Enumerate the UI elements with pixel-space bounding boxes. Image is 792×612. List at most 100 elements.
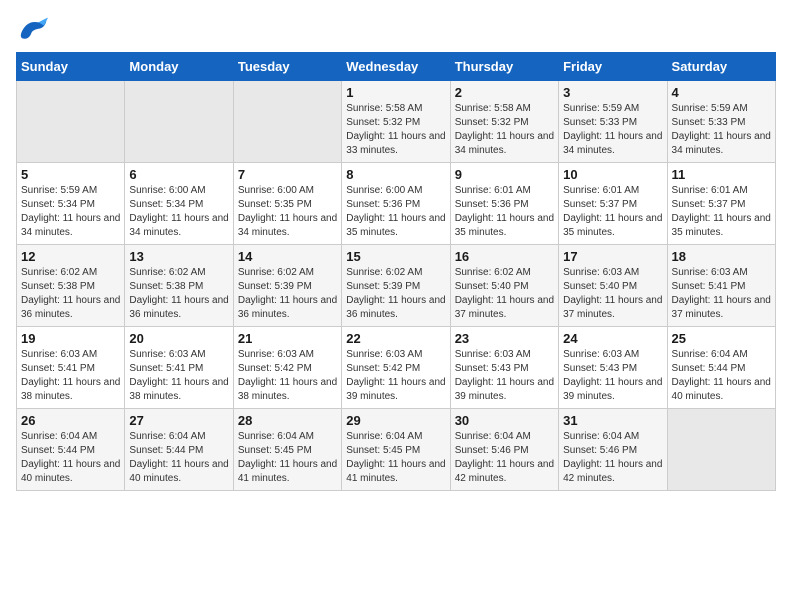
calendar-cell: 6 Sunrise: 6:00 AMSunset: 5:34 PMDaylight… (125, 163, 233, 245)
day-number: 23 (455, 331, 554, 346)
day-detail: Sunrise: 6:04 AMSunset: 5:45 PMDaylight:… (346, 430, 445, 486)
day-number: 12 (21, 249, 120, 264)
day-detail: Sunrise: 6:01 AMSunset: 5:37 PMDaylight:… (672, 184, 771, 240)
day-number: 30 (455, 413, 554, 428)
calendar-cell: 27 Sunrise: 6:04 AMSunset: 5:44 PMDayligh… (125, 409, 233, 491)
day-number: 1 (346, 85, 445, 100)
day-detail: Sunrise: 6:00 AMSunset: 5:36 PMDaylight:… (346, 184, 445, 240)
calendar-cell: 10Sunrise: 6:01 AMSunset: 5:37 PMDayligh… (559, 163, 667, 245)
day-number: 10 (563, 167, 662, 182)
day-detail: Sunrise: 6:02 AMSunset: 5:40 PMDaylight:… (455, 266, 554, 322)
day-detail: Sunrise: 6:00 AMSunset: 5:35 PMDaylight:… (238, 184, 337, 240)
day-detail: Sunrise: 6:04 AMSunset: 5:46 PMDaylight:… (455, 430, 554, 486)
day-detail: Sunrise: 6:02 AMSunset: 5:39 PMDaylight:… (346, 266, 445, 322)
day-detail: Sunrise: 6:03 AMSunset: 5:40 PMDaylight:… (563, 266, 662, 322)
day-detail: Sunrise: 6:02 AMSunset: 5:39 PMDaylight:… (238, 266, 337, 322)
calendar-cell: 19 Sunrise: 6:03 AMSunset: 5:41 PMDayligh… (17, 327, 125, 409)
calendar-cell: 14 Sunrise: 6:02 AMSunset: 5:39 PMDayligh… (233, 245, 341, 327)
day-number: 27 (129, 413, 228, 428)
day-header-saturday: Saturday (667, 53, 775, 81)
day-number: 2 (455, 85, 554, 100)
calendar-cell: 12 Sunrise: 6:02 AMSunset: 5:38 PMDayligh… (17, 245, 125, 327)
day-number: 29 (346, 413, 445, 428)
calendar-cell: 3 Sunrise: 5:59 AMSunset: 5:33 PMDaylight… (559, 81, 667, 163)
calendar-cell: 16Sunrise: 6:02 AMSunset: 5:40 PMDayligh… (450, 245, 558, 327)
day-number: 14 (238, 249, 337, 264)
day-detail: Sunrise: 6:01 AMSunset: 5:36 PMDaylight:… (455, 184, 554, 240)
day-detail: Sunrise: 6:03 AMSunset: 5:43 PMDaylight:… (563, 348, 662, 404)
day-number: 20 (129, 331, 228, 346)
calendar-cell (667, 409, 775, 491)
day-detail: Sunrise: 6:03 AMSunset: 5:41 PMDaylight:… (129, 348, 228, 404)
day-detail: Sunrise: 6:03 AMSunset: 5:42 PMDaylight:… (238, 348, 337, 404)
calendar-cell: 4 Sunrise: 5:59 AMSunset: 5:33 PMDaylight… (667, 81, 775, 163)
day-detail: Sunrise: 5:59 AMSunset: 5:33 PMDaylight:… (563, 102, 662, 158)
day-detail: Sunrise: 5:58 AMSunset: 5:32 PMDaylight:… (346, 102, 445, 158)
day-number: 13 (129, 249, 228, 264)
day-number: 18 (672, 249, 771, 264)
calendar-cell (233, 81, 341, 163)
logo (16, 16, 52, 44)
day-detail: Sunrise: 6:03 AMSunset: 5:43 PMDaylight:… (455, 348, 554, 404)
day-number: 31 (563, 413, 662, 428)
calendar-cell: 30 Sunrise: 6:04 AMSunset: 5:46 PMDayligh… (450, 409, 558, 491)
logo-icon (16, 16, 48, 44)
calendar-cell: 17 Sunrise: 6:03 AMSunset: 5:40 PMDayligh… (559, 245, 667, 327)
calendar-cell (125, 81, 233, 163)
calendar-cell: 13 Sunrise: 6:02 AMSunset: 5:38 PMDayligh… (125, 245, 233, 327)
calendar-table: SundayMondayTuesdayWednesdayThursdayFrid… (16, 52, 776, 491)
calendar-cell: 22 Sunrise: 6:03 AMSunset: 5:42 PMDayligh… (342, 327, 450, 409)
day-number: 9 (455, 167, 554, 182)
day-detail: Sunrise: 6:04 AMSunset: 5:44 PMDaylight:… (21, 430, 120, 486)
calendar-cell: 9 Sunrise: 6:01 AMSunset: 5:36 PMDaylight… (450, 163, 558, 245)
day-number: 3 (563, 85, 662, 100)
calendar-cell: 24 Sunrise: 6:03 AMSunset: 5:43 PMDayligh… (559, 327, 667, 409)
day-number: 4 (672, 85, 771, 100)
day-detail: Sunrise: 6:03 AMSunset: 5:42 PMDaylight:… (346, 348, 445, 404)
day-detail: Sunrise: 6:04 AMSunset: 5:44 PMDaylight:… (672, 348, 771, 404)
day-detail: Sunrise: 6:00 AMSunset: 5:34 PMDaylight:… (129, 184, 228, 240)
calendar-cell: 8 Sunrise: 6:00 AMSunset: 5:36 PMDaylight… (342, 163, 450, 245)
calendar-cell: 21 Sunrise: 6:03 AMSunset: 5:42 PMDayligh… (233, 327, 341, 409)
day-number: 19 (21, 331, 120, 346)
day-header-wednesday: Wednesday (342, 53, 450, 81)
day-detail: Sunrise: 5:59 AMSunset: 5:33 PMDaylight:… (672, 102, 771, 158)
day-number: 17 (563, 249, 662, 264)
day-number: 22 (346, 331, 445, 346)
day-number: 11 (672, 167, 771, 182)
calendar-cell (17, 81, 125, 163)
calendar-cell: 1 Sunrise: 5:58 AMSunset: 5:32 PMDaylight… (342, 81, 450, 163)
calendar-cell: 31 Sunrise: 6:04 AMSunset: 5:46 PMDayligh… (559, 409, 667, 491)
day-number: 7 (238, 167, 337, 182)
day-detail: Sunrise: 6:02 AMSunset: 5:38 PMDaylight:… (21, 266, 120, 322)
day-detail: Sunrise: 6:04 AMSunset: 5:44 PMDaylight:… (129, 430, 228, 486)
calendar-cell: 29 Sunrise: 6:04 AMSunset: 5:45 PMDayligh… (342, 409, 450, 491)
day-header-monday: Monday (125, 53, 233, 81)
calendar-cell: 23 Sunrise: 6:03 AMSunset: 5:43 PMDayligh… (450, 327, 558, 409)
calendar-cell: 15Sunrise: 6:02 AMSunset: 5:39 PMDayligh… (342, 245, 450, 327)
day-number: 5 (21, 167, 120, 182)
day-detail: Sunrise: 6:03 AMSunset: 5:41 PMDaylight:… (672, 266, 771, 322)
day-header-tuesday: Tuesday (233, 53, 341, 81)
day-number: 21 (238, 331, 337, 346)
calendar-cell: 2 Sunrise: 5:58 AMSunset: 5:32 PMDaylight… (450, 81, 558, 163)
calendar-cell: 26 Sunrise: 6:04 AMSunset: 5:44 PMDayligh… (17, 409, 125, 491)
day-detail: Sunrise: 6:04 AMSunset: 5:46 PMDaylight:… (563, 430, 662, 486)
calendar-cell: 25 Sunrise: 6:04 AMSunset: 5:44 PMDayligh… (667, 327, 775, 409)
day-number: 28 (238, 413, 337, 428)
day-detail: Sunrise: 5:58 AMSunset: 5:32 PMDaylight:… (455, 102, 554, 158)
day-header-sunday: Sunday (17, 53, 125, 81)
day-number: 26 (21, 413, 120, 428)
day-detail: Sunrise: 5:59 AMSunset: 5:34 PMDaylight:… (21, 184, 120, 240)
calendar-cell: 5 Sunrise: 5:59 AMSunset: 5:34 PMDaylight… (17, 163, 125, 245)
day-detail: Sunrise: 6:02 AMSunset: 5:38 PMDaylight:… (129, 266, 228, 322)
day-number: 25 (672, 331, 771, 346)
day-detail: Sunrise: 6:04 AMSunset: 5:45 PMDaylight:… (238, 430, 337, 486)
day-number: 8 (346, 167, 445, 182)
day-number: 24 (563, 331, 662, 346)
calendar-cell: 18 Sunrise: 6:03 AMSunset: 5:41 PMDayligh… (667, 245, 775, 327)
day-number: 6 (129, 167, 228, 182)
day-detail: Sunrise: 6:03 AMSunset: 5:41 PMDaylight:… (21, 348, 120, 404)
calendar-cell: 20 Sunrise: 6:03 AMSunset: 5:41 PMDayligh… (125, 327, 233, 409)
calendar-header: SundayMondayTuesdayWednesdayThursdayFrid… (17, 53, 776, 81)
